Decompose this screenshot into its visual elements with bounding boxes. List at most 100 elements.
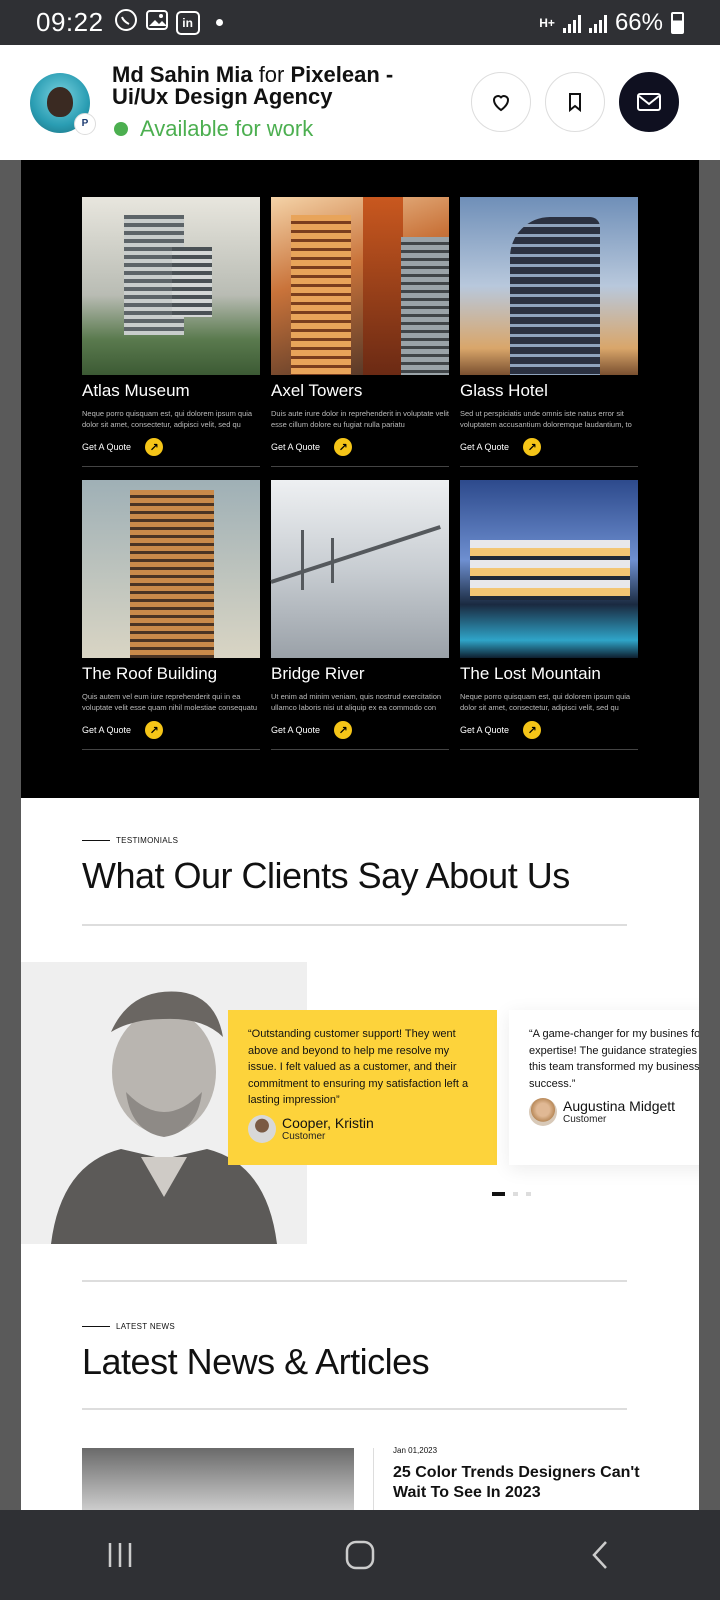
get-quote-link[interactable]: Get A Quote ↗ xyxy=(460,438,638,456)
like-button[interactable] xyxy=(471,72,531,132)
author-role: Customer xyxy=(563,1114,607,1125)
author-name: Cooper, Kristin xyxy=(282,1114,374,1131)
author-name: Augustina Midgett xyxy=(563,1098,676,1114)
battery-icon xyxy=(671,11,684,34)
arrow-up-right-icon: ↗ xyxy=(523,438,542,456)
notification-icons: in xyxy=(114,8,223,37)
profile-header: P Md Sahin Mia for Pixelean - Ui/Ux Desi… xyxy=(0,45,720,160)
testimonial-author: Cooper, Kristin Customer xyxy=(248,1114,477,1143)
arrow-up-right-icon: ↗ xyxy=(145,721,164,739)
recents-button[interactable] xyxy=(90,1535,150,1575)
arrow-up-right-icon: ↗ xyxy=(334,721,353,739)
get-quote-label: Get A Quote xyxy=(82,725,132,735)
card-divider xyxy=(82,749,260,750)
avatar[interactable]: P xyxy=(30,72,96,135)
testimonial-text: “Outstanding customer support! They went… xyxy=(248,1028,469,1106)
status-time: 09:22 xyxy=(36,7,104,37)
project-title: Atlas Museum xyxy=(82,381,190,400)
author-avatar xyxy=(248,1114,276,1143)
recents-icon xyxy=(108,1543,132,1567)
home-icon xyxy=(345,1540,375,1570)
project-card[interactable]: The Roof Building Quis autem vel eum iur… xyxy=(82,480,260,750)
battery-level: 66% xyxy=(614,8,663,36)
testimonial-author: Augustina Midgett Customer xyxy=(529,1098,699,1126)
network-type: H+ xyxy=(539,15,555,30)
project-title: Bridge River xyxy=(271,664,365,683)
news-header: LATEST NEWS Latest News & Articles xyxy=(82,1322,627,1383)
project-title: The Lost Mountain xyxy=(460,664,601,683)
linkedin-icon: in xyxy=(175,10,200,35)
arrow-up-right-icon: ↗ xyxy=(145,438,164,456)
more-notifications-icon xyxy=(215,19,223,26)
gallery-icon xyxy=(145,9,168,36)
news-divider xyxy=(373,1448,374,1510)
availability-status: Available for work xyxy=(112,116,442,142)
project-image xyxy=(460,480,638,658)
testimonial-card[interactable]: “Outstanding customer support! They went… xyxy=(228,1010,497,1165)
project-title: The Roof Building xyxy=(82,664,218,683)
get-quote-link[interactable]: Get A Quote ↗ xyxy=(460,721,638,739)
project-card[interactable]: Axel Towers Duis aute irure dolor in rep… xyxy=(271,197,449,467)
save-button[interactable] xyxy=(545,72,605,132)
project-description: Duis aute irure dolor in reprehenderit i… xyxy=(271,409,449,429)
project-card[interactable]: The Lost Mountain Neque porro quisquam e… xyxy=(460,480,638,750)
signal-icon xyxy=(562,13,581,33)
agency-badge: P xyxy=(74,112,96,135)
carousel-dot[interactable] xyxy=(513,1192,518,1196)
get-quote-link[interactable]: Get A Quote ↗ xyxy=(271,438,449,456)
get-quote-link[interactable]: Get A Quote ↗ xyxy=(82,721,260,739)
project-card[interactable]: Bridge River Ut enim ad minim veniam, qu… xyxy=(270,480,449,750)
carousel-pagination xyxy=(492,1192,531,1196)
author-role: Customer xyxy=(282,1130,326,1142)
author-avatar xyxy=(529,1098,557,1126)
get-quote-label: Get A Quote xyxy=(460,725,510,735)
project-image xyxy=(82,480,260,658)
section-divider xyxy=(82,1280,627,1282)
get-quote-label: Get A Quote xyxy=(460,442,510,452)
testimonials-header: TESTIMONIALS What Our Clients Say About … xyxy=(82,836,627,897)
system-status: H+ 66% xyxy=(539,9,684,37)
status-bar: 09:22 in H+ 66% xyxy=(0,0,720,45)
project-image xyxy=(270,480,449,658)
section-title: What Our Clients Say About Us xyxy=(82,855,570,896)
project-title: Axel Towers xyxy=(271,381,363,400)
testimonial-text: “A game-changer for my busines for your … xyxy=(529,1028,699,1090)
section-title: Latest News & Articles xyxy=(82,1341,430,1382)
news-image[interactable] xyxy=(82,1448,354,1510)
project-image xyxy=(82,197,260,375)
news-title[interactable]: 25 Color Trends Designers Can't Wait To … xyxy=(393,1463,643,1503)
card-divider xyxy=(460,749,638,750)
get-quote-label: Get A Quote xyxy=(82,442,132,452)
shot-content: Atlas Museum Neque porro quisquam est, q… xyxy=(21,160,699,1510)
project-card[interactable]: Glass Hotel Sed ut perspiciatis unde omn… xyxy=(460,197,638,467)
projects-section: Atlas Museum Neque porro quisquam est, q… xyxy=(21,160,699,798)
card-divider xyxy=(271,466,449,467)
mail-icon xyxy=(637,93,661,111)
back-button[interactable] xyxy=(570,1535,630,1575)
bookmark-icon xyxy=(569,93,581,113)
home-button[interactable] xyxy=(330,1535,390,1575)
available-dot-icon xyxy=(114,121,128,136)
message-button[interactable] xyxy=(619,72,679,132)
get-quote-link[interactable]: Get A Quote ↗ xyxy=(82,438,260,456)
heart-icon xyxy=(492,95,510,112)
project-card[interactable]: Atlas Museum Neque porro quisquam est, q… xyxy=(82,197,260,467)
profile-title[interactable]: Md Sahin Mia for Pixelean - Ui/Ux Design… xyxy=(112,63,442,108)
get-quote-label: Get A Quote xyxy=(271,442,321,452)
signal-icon-2 xyxy=(588,13,607,33)
testimonial-card[interactable]: “A game-changer for my busines for your … xyxy=(509,1010,699,1165)
profile-info: Md Sahin Mia for Pixelean - Ui/Ux Design… xyxy=(112,63,442,142)
whatsapp-icon xyxy=(114,8,138,37)
project-description: Neque porro quisquam est, qui dolorem ip… xyxy=(82,409,253,429)
carousel-dot[interactable] xyxy=(526,1192,531,1196)
project-title: Glass Hotel xyxy=(460,381,548,400)
section-label: TESTIMONIALS xyxy=(82,836,627,845)
get-quote-link[interactable]: Get A Quote ↗ xyxy=(271,721,449,739)
availability-text: Available for work xyxy=(140,115,314,141)
section-label: LATEST NEWS xyxy=(82,1322,627,1331)
project-description: Neque porro quisquam est, qui dolorem ip… xyxy=(460,692,631,712)
project-description: Ut enim ad minim veniam, quis nostrud ex… xyxy=(271,692,442,712)
carousel-dot-active[interactable] xyxy=(492,1192,505,1196)
arrow-up-right-icon: ↗ xyxy=(523,721,542,739)
project-image xyxy=(460,197,638,375)
